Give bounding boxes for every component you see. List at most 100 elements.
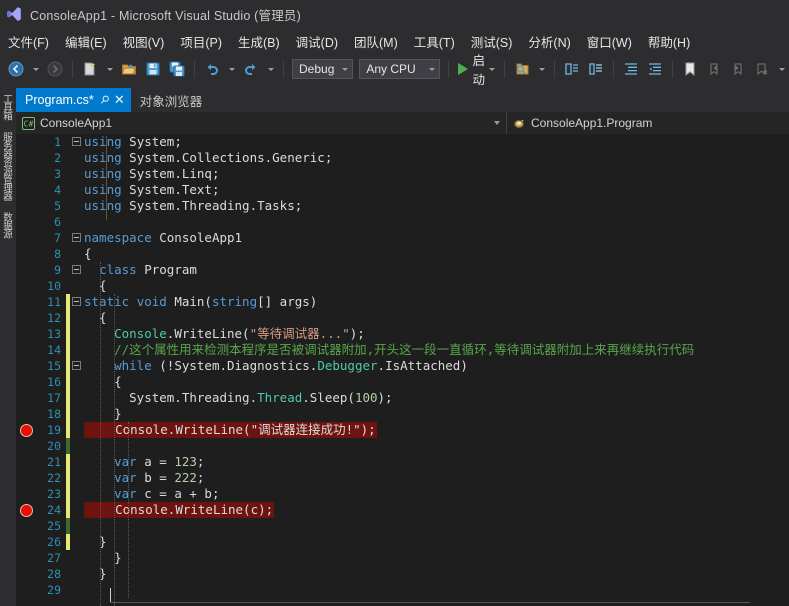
collapse-icon[interactable]	[72, 361, 81, 370]
collapse-icon[interactable]	[72, 137, 81, 146]
undo-dropdown[interactable]	[224, 57, 239, 81]
outlining-column[interactable]	[70, 342, 84, 358]
outlining-column[interactable]	[70, 566, 84, 582]
code-line[interactable]: 6	[40, 214, 789, 230]
code-line[interactable]: 17 System.Threading.Thread.Sleep(100);	[40, 390, 789, 406]
code-line[interactable]: 29	[40, 582, 789, 598]
menu-file[interactable]: 文件(F)	[0, 29, 57, 54]
comment-selection-icon[interactable]	[560, 57, 584, 81]
indent-icon[interactable]	[619, 57, 643, 81]
save-all-icon[interactable]	[165, 57, 189, 81]
menu-help[interactable]: 帮助(H)	[640, 29, 698, 54]
tab-object-browser[interactable]: 对象浏览器	[130, 88, 209, 112]
code-line[interactable]: 13 Console.WriteLine("等待调试器...");	[40, 326, 789, 342]
code-line[interactable]: 27 }	[40, 550, 789, 566]
collapse-icon[interactable]	[72, 233, 81, 242]
code-line[interactable]: 24 Console.WriteLine(c);	[40, 502, 789, 518]
code-editor[interactable]: 1 using System; 2 using System.Collections.…	[16, 134, 789, 606]
navigate-forward-icon[interactable]	[43, 57, 67, 81]
outlining-column[interactable]	[70, 182, 84, 198]
menu-team[interactable]: 团队(M)	[346, 29, 406, 54]
code-line[interactable]: 12 {	[40, 310, 789, 326]
outlining-column[interactable]	[70, 534, 84, 550]
close-icon[interactable]: ✕	[114, 94, 125, 107]
outlining-column[interactable]	[70, 358, 84, 374]
menu-build[interactable]: 生成(B)	[230, 29, 288, 54]
next-bookmark-icon[interactable]	[726, 57, 750, 81]
new-project-icon[interactable]	[78, 57, 102, 81]
navigate-back-icon[interactable]	[4, 57, 28, 81]
code-line[interactable]: 7 namespace ConsoleApp1	[40, 230, 789, 246]
start-debugging-button[interactable]: 启动	[454, 54, 499, 87]
code-line[interactable]: 1 using System;	[40, 134, 789, 150]
menu-tools[interactable]: 工具(T)	[406, 29, 463, 54]
outlining-column[interactable]	[70, 198, 84, 214]
code-line[interactable]: 19 Console.WriteLine("调试器连接成功!");	[40, 422, 789, 438]
code-line[interactable]: 5 using System.Threading.Tasks;	[40, 198, 789, 214]
menu-debug[interactable]: 调试(D)	[288, 29, 346, 54]
outlining-column[interactable]	[70, 550, 84, 566]
clear-bookmarks-icon[interactable]	[750, 57, 774, 81]
undo-icon[interactable]	[200, 57, 224, 81]
navbar-project-dropdown[interactable]: C# ConsoleApp1	[16, 112, 507, 134]
save-icon[interactable]	[141, 57, 165, 81]
outlining-column[interactable]	[70, 310, 84, 326]
menu-project[interactable]: 项目(P)	[172, 29, 230, 54]
outlining-column[interactable]	[70, 454, 84, 470]
outlining-column[interactable]	[70, 134, 84, 150]
redo-icon[interactable]	[239, 57, 263, 81]
code-line[interactable]: 3 using System.Linq;	[40, 166, 789, 182]
outlining-column[interactable]	[70, 326, 84, 342]
code-line[interactable]: 18 }	[40, 406, 789, 422]
menu-edit[interactable]: 编辑(E)	[57, 29, 115, 54]
menu-window[interactable]: 窗口(W)	[579, 29, 640, 54]
previous-bookmark-icon[interactable]	[702, 57, 726, 81]
uncomment-selection-icon[interactable]	[584, 57, 608, 81]
tab-program-cs[interactable]: Program.cs* ⚲ ✕	[16, 88, 131, 112]
code-line[interactable]: 2 using System.Collections.Generic;	[40, 150, 789, 166]
outlining-column[interactable]	[70, 406, 84, 422]
menu-test[interactable]: 测试(S)	[463, 29, 521, 54]
code-line[interactable]: 20	[40, 438, 789, 454]
outlining-column[interactable]	[70, 502, 84, 518]
code-line[interactable]: 23 var c = a + b;	[40, 486, 789, 502]
find-in-files-icon[interactable]	[510, 57, 534, 81]
code-line[interactable]: 4 using System.Text;	[40, 182, 789, 198]
code-line[interactable]: 11 static void Main(string[] args)	[40, 294, 789, 310]
code-line[interactable]: 28 }	[40, 566, 789, 582]
bookmark-icon[interactable]	[678, 57, 702, 81]
outlining-column[interactable]	[70, 390, 84, 406]
menu-view[interactable]: 视图(V)	[115, 29, 173, 54]
outlining-column[interactable]	[70, 486, 84, 502]
auto-hide-tab-data-sources[interactable]: 数据源	[0, 206, 12, 244]
configuration-combo[interactable]: Debug	[292, 59, 354, 79]
outlining-column[interactable]	[70, 166, 84, 182]
platform-combo[interactable]: Any CPU	[359, 59, 441, 79]
toolbar-overflow-button[interactable]	[774, 57, 789, 81]
breakpoint-glyph[interactable]	[20, 504, 33, 517]
open-file-icon[interactable]	[117, 57, 141, 81]
code-line[interactable]: 10 {	[40, 278, 789, 294]
outlining-column[interactable]	[70, 518, 84, 534]
navbar-type-dropdown[interactable]: ConsoleApp1.Program	[507, 112, 789, 134]
code-line[interactable]: 9 class Program	[40, 262, 789, 278]
outlining-column[interactable]	[70, 278, 84, 294]
code-line[interactable]: 22 var b = 222;	[40, 470, 789, 486]
outlining-column[interactable]	[70, 470, 84, 486]
breakpoint-glyph[interactable]	[20, 424, 33, 437]
outlining-column[interactable]	[70, 582, 84, 598]
code-line[interactable]: 21 var a = 123;	[40, 454, 789, 470]
redo-dropdown[interactable]	[263, 57, 278, 81]
code-line[interactable]: 16 {	[40, 374, 789, 390]
outlining-column[interactable]	[70, 262, 84, 278]
find-dropdown[interactable]	[534, 57, 549, 81]
outlining-column[interactable]	[70, 374, 84, 390]
outlining-column[interactable]	[70, 214, 84, 230]
outlining-column[interactable]	[70, 246, 84, 262]
code-line[interactable]: 15 while (!System.Diagnostics.Debugger.I…	[40, 358, 789, 374]
outlining-column[interactable]	[70, 294, 84, 310]
outlining-column[interactable]	[70, 150, 84, 166]
outlining-column[interactable]	[70, 438, 84, 454]
outlining-column[interactable]	[70, 422, 84, 438]
code-line[interactable]: 26 }	[40, 534, 789, 550]
